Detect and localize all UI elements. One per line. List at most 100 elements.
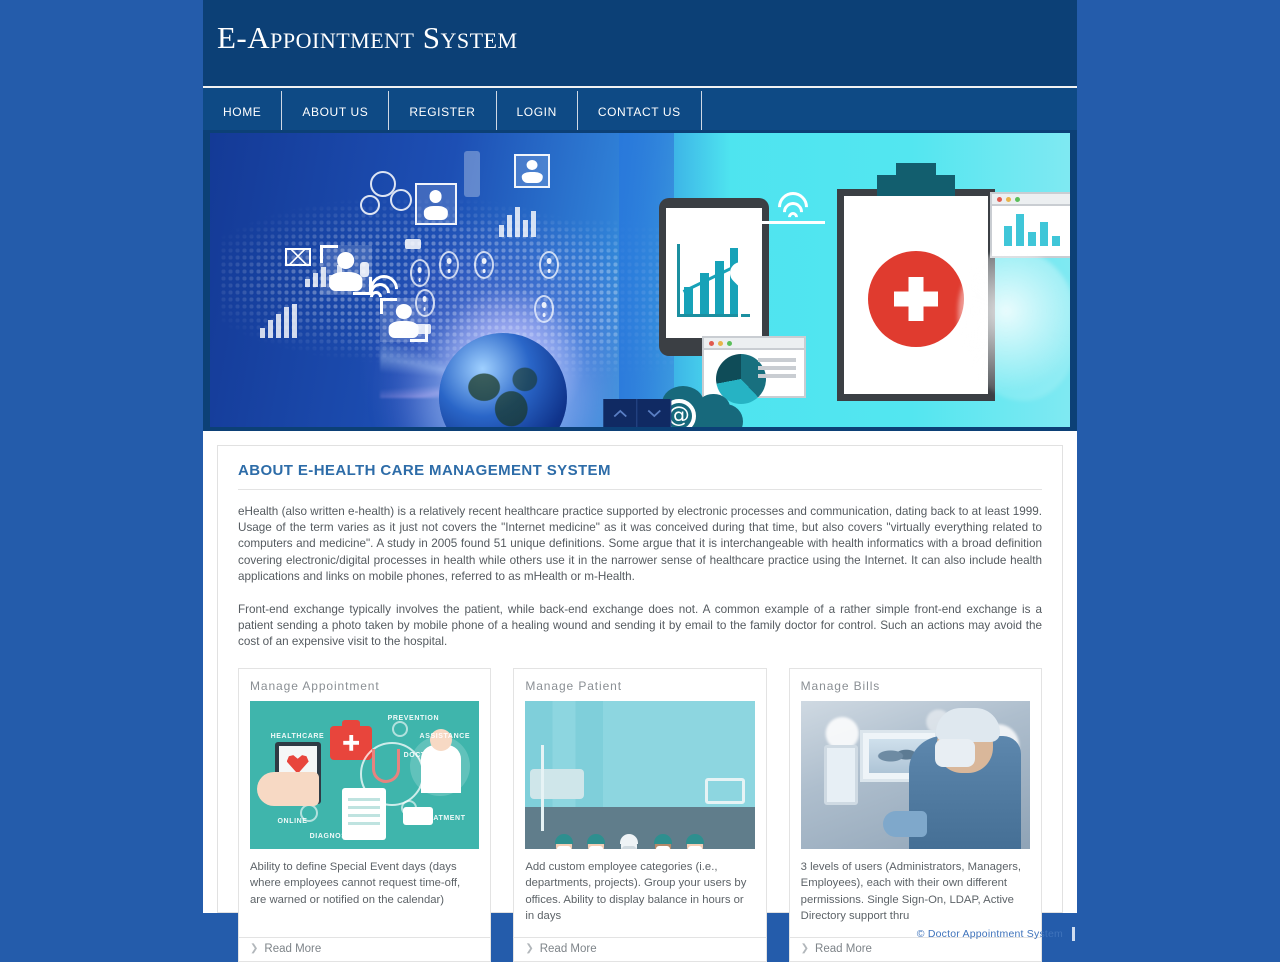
person-body [423,205,448,220]
worker-mask [688,845,703,849]
label-prevention: PREVENTION [387,715,440,723]
medical-cart-graphic [705,777,746,804]
laptop-icon-decor-2 [414,324,431,335]
chevron-up-icon [613,409,627,417]
chevron-down-icon [647,409,661,417]
hero-carousel[interactable]: @ [203,130,1077,431]
feature-cards: Manage Appointment HEALTHCARE PREVENTION… [238,667,1042,962]
chevron-right-icon: ❯ [800,943,810,955]
wifi-icon-left [363,269,404,309]
window-close-dot [709,340,715,346]
read-more-link-manage-patient[interactable]: ❯ Read More [514,936,766,961]
site-container: E-Appointment System Home About Us Regis… [203,0,1077,962]
surgeon-mask [934,739,975,768]
worker-mask [589,845,604,849]
worker-mask [557,845,572,849]
worker-mask [655,845,670,849]
bar-chart-decor-3 [499,206,537,237]
card-title: Manage Bills [800,678,881,693]
card-title: Manage Appointment [250,678,380,693]
person-head [429,190,442,204]
user-node-6 [534,294,555,323]
card-image-manage-bills [800,700,1030,849]
window-maximize-dot [727,340,733,346]
carousel-next-button[interactable] [637,399,672,427]
user-node-4 [539,250,560,279]
chevron-right-icon: ❯ [250,943,259,955]
person-head [526,159,538,170]
chevron-right-icon: ❯ [525,943,534,955]
label-assistance: ASSISTANCE [419,733,471,741]
laptop-icon-decor [404,238,421,249]
user-node-1 [409,259,430,288]
read-more-label: Read More [815,942,872,955]
node-circle-2 [389,188,412,211]
gloved-hand [883,810,928,837]
window-minimize-dot [1005,196,1011,202]
site-title: E-Appointment System [217,20,518,55]
iv-pole-graphic [541,745,545,831]
surgeon-monitor-photo [800,700,1030,849]
hero-slide: @ [210,133,1070,427]
card-image-manage-patient [525,700,755,849]
about-paragraph-1: eHealth (also written e-health) is a rel… [238,505,1042,583]
text-lines-graphic [758,357,797,382]
label-doctors: DOCTORS [403,752,443,760]
card-description: 3 levels of users (Administrators, Manag… [800,860,1022,923]
about-paragraph-2: Front-end exchange typically involves th… [238,603,1042,649]
user-node-5 [414,288,435,317]
label-healthcare: HEALTHCARE [270,733,325,741]
feature-card-manage-appointment[interactable]: Manage Appointment HEALTHCARE PREVENTION… [238,667,492,962]
window-close-dot [996,196,1002,202]
medical-cross-icon [867,250,964,347]
feature-card-manage-bills[interactable]: Manage Bills 3 levels of users (Administ… [788,667,1042,962]
envelope-icon [284,247,311,266]
window-minimize-dot [718,340,724,346]
bar-chart-decor-1 [259,303,297,338]
phone-icon-decor [359,262,369,278]
read-more-link-manage-bills[interactable]: ❯ Read More [789,936,1041,961]
page-title: About E-Health Care Management System [238,462,611,479]
nav-item-contact-us[interactable]: Contact Us [578,91,702,133]
carousel-prev-button[interactable] [603,399,638,427]
read-more-label: Read More [539,942,597,955]
about-section: About E-Health Care Management System eH… [217,445,1063,962]
node-ring-2 [392,721,409,738]
connector-wire [737,221,825,351]
person-head [395,303,412,319]
carousel-controls [603,399,672,427]
feature-card-manage-patient[interactable]: Manage Patient Add custom employee categ… [513,667,767,962]
label-treatment: TREATMENT [417,815,466,822]
nav-item-register[interactable]: Register [389,91,497,133]
masthead: E-Appointment System [203,0,1077,86]
banner-medical-flat-art: @ [619,133,1070,427]
person-icon-card-1 [414,182,457,225]
card-title: Manage Patient [525,678,622,693]
hospital-bed-graphic [529,768,584,799]
main-navigation: Home About Us Register Login Contact Us [203,86,1077,133]
medical-team-art [525,700,755,849]
read-more-link-manage-appointment[interactable]: ❯ Read More [239,936,491,961]
user-node-3 [474,250,495,279]
card-description: Ability to define Special Event days (da… [250,860,461,906]
side-monitor-graphic [823,745,858,806]
browser-window-bars [989,191,1070,258]
card-description: Add custom employee categories (i.e., de… [525,860,747,923]
label-diagnosis: DIAGNOSIS [309,832,355,840]
card-image-manage-appointment: HEALTHCARE PREVENTION ASSISTANCE DOCTORS… [250,700,480,849]
label-online: ONLINE [277,817,308,825]
content-panel: About E-Health Care Management System eH… [203,431,1077,962]
wifi-icon [772,185,815,228]
footer-accent-bar [1072,926,1075,941]
stethoscope-icon [371,749,400,784]
nav-item-login[interactable]: Login [497,91,578,133]
healthcare-infographic-art: HEALTHCARE PREVENTION ASSISTANCE DOCTORS… [250,700,480,849]
read-more-label: Read More [264,942,322,955]
browser-titlebar [991,193,1070,206]
person-icon-card-2 [514,153,551,188]
nav-item-home[interactable]: Home [203,91,283,133]
nav-item-about-us[interactable]: About Us [282,91,390,133]
worker-mask [621,845,636,849]
hand-graphic [256,771,319,806]
person-body [522,171,543,184]
